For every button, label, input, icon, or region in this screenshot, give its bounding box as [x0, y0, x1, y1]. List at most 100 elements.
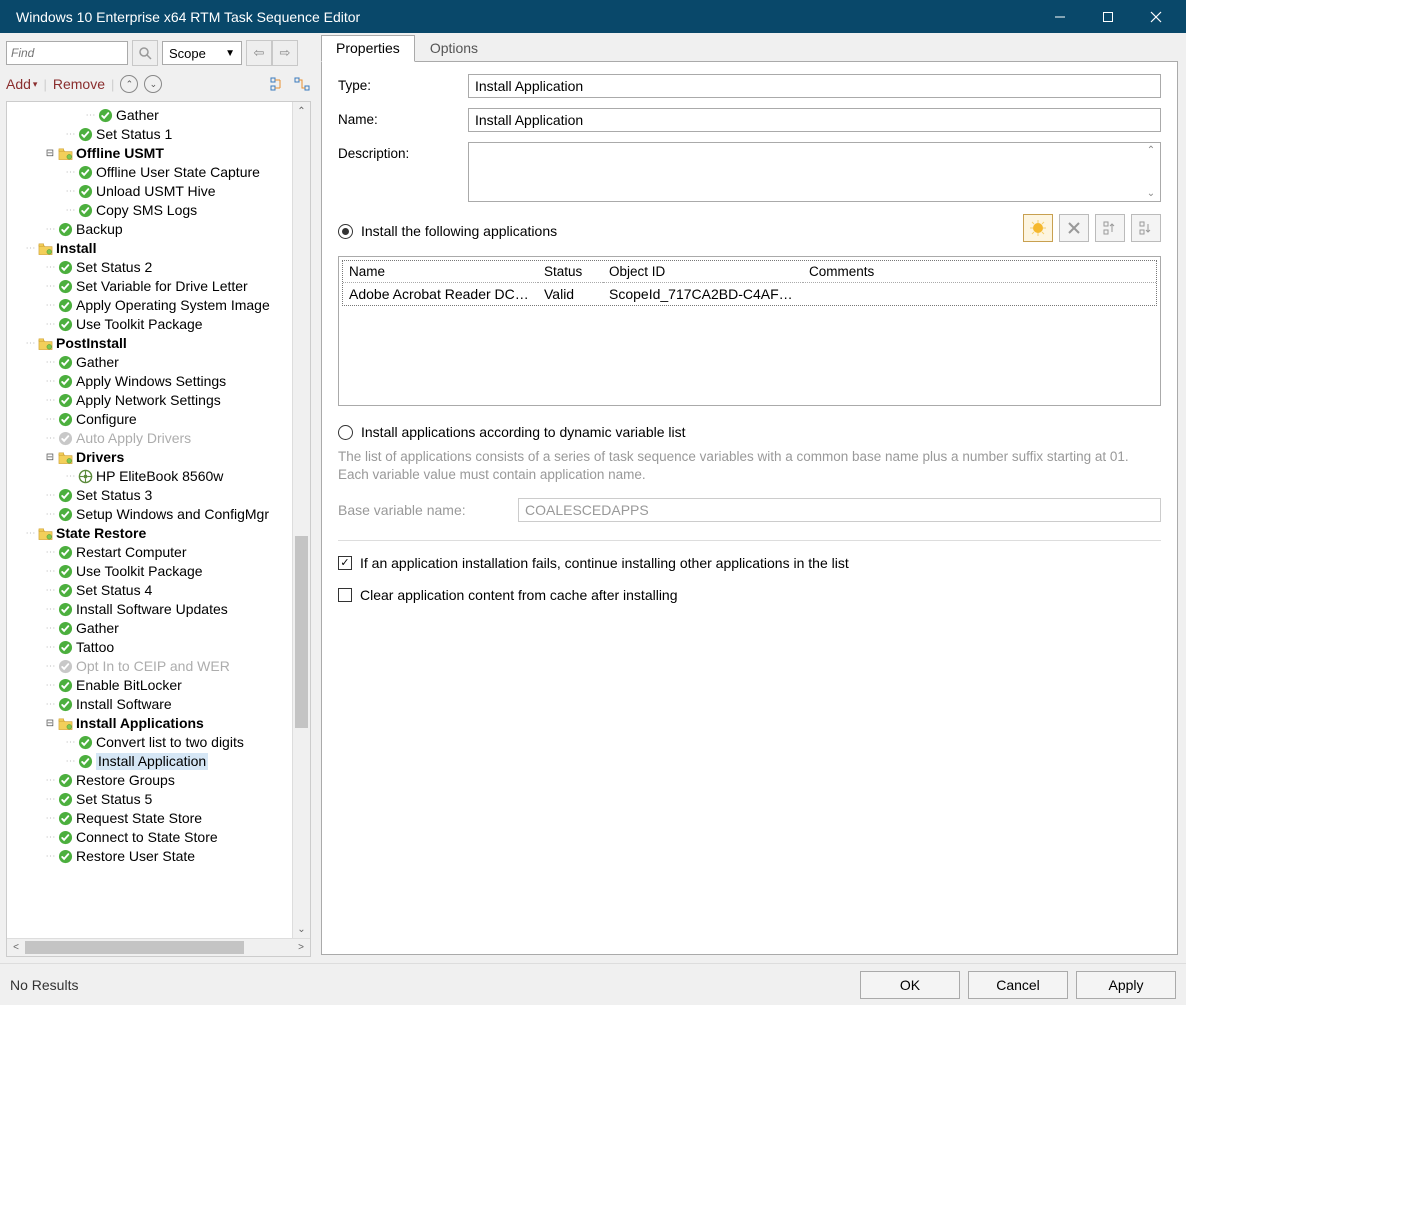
- minimize-button[interactable]: [1038, 0, 1082, 33]
- task-sequence-tree[interactable]: ⋯Gather⋯Set Status 1⊟Offline USMT⋯Offlin…: [7, 102, 292, 938]
- tree-node[interactable]: ⋯Set Status 1: [11, 125, 292, 144]
- expander-minus-icon[interactable]: ⊟: [43, 449, 57, 466]
- table-row[interactable]: Adobe Acrobat Reader DC - OSD … Valid Sc…: [343, 283, 1156, 305]
- scroll-thumb[interactable]: [295, 536, 308, 728]
- col-objectid[interactable]: Object ID: [603, 261, 803, 283]
- tree-node[interactable]: ⋯Restore User State: [11, 847, 292, 866]
- nav-forward-button[interactable]: ⇨: [272, 40, 298, 66]
- tree-node[interactable]: ⋯Restore Groups: [11, 771, 292, 790]
- node-label: Apply Windows Settings: [76, 373, 226, 390]
- move-up-app-button[interactable]: [1095, 214, 1125, 242]
- node-label: Restore Groups: [76, 772, 175, 789]
- ok-button[interactable]: OK: [860, 971, 960, 999]
- applications-table[interactable]: Name Status Object ID Comments Adobe Acr…: [338, 256, 1161, 406]
- tree-node[interactable]: ⋯Enable BitLocker: [11, 676, 292, 695]
- move-down-button[interactable]: ⌄: [144, 75, 162, 93]
- tab-options[interactable]: Options: [415, 35, 493, 61]
- tree-node[interactable]: ⋯Set Status 3: [11, 486, 292, 505]
- tree-node[interactable]: ⋯Offline User State Capture: [11, 163, 292, 182]
- scroll-up-icon[interactable]: ⌃: [293, 102, 310, 120]
- tree-node[interactable]: ⋯Install Software Updates: [11, 600, 292, 619]
- tree-node[interactable]: ⋯Install Software: [11, 695, 292, 714]
- tree-node[interactable]: ⋯HP EliteBook 8560w: [11, 467, 292, 486]
- check-icon: [57, 773, 73, 789]
- install-following-radio[interactable]: [338, 224, 353, 239]
- scroll-thumb[interactable]: [25, 941, 244, 954]
- close-button[interactable]: [1134, 0, 1178, 33]
- tree-node[interactable]: ⋯PostInstall: [11, 334, 292, 353]
- install-following-label: Install the following applications: [361, 223, 557, 239]
- tree-node[interactable]: ⋯Gather: [11, 353, 292, 372]
- tree-node[interactable]: ⋯Configure: [11, 410, 292, 429]
- tree-node[interactable]: ⋯Apply Windows Settings: [11, 372, 292, 391]
- nav-back-button[interactable]: ⇦: [246, 40, 272, 66]
- scope-dropdown[interactable]: Scope ▼: [162, 41, 242, 65]
- tree-node[interactable]: ⋯Use Toolkit Package: [11, 562, 292, 581]
- tree-node[interactable]: ⋯Set Status 2: [11, 258, 292, 277]
- tree-node[interactable]: ⋯Set Variable for Drive Letter: [11, 277, 292, 296]
- new-app-button[interactable]: [1023, 214, 1053, 242]
- tree-node[interactable]: ⋯Connect to State Store: [11, 828, 292, 847]
- tree-node[interactable]: ⋯Unload USMT Hive: [11, 182, 292, 201]
- expand-all-button[interactable]: [293, 75, 311, 93]
- expander-minus-icon[interactable]: ⊟: [43, 145, 57, 162]
- scroll-down-icon[interactable]: ⌄: [293, 920, 310, 938]
- tree-node[interactable]: ⋯Install: [11, 239, 292, 258]
- tree-node[interactable]: ⋯Request State Store: [11, 809, 292, 828]
- tree-node[interactable]: ⋯Restart Computer: [11, 543, 292, 562]
- expander-minus-icon[interactable]: ⊟: [43, 715, 57, 732]
- clear-cache-checkbox[interactable]: [338, 588, 352, 602]
- description-input[interactable]: ⌃⌄: [468, 142, 1161, 202]
- check-icon: [57, 792, 73, 808]
- name-input[interactable]: [468, 108, 1161, 132]
- node-label: Install Software Updates: [76, 601, 228, 618]
- tree-node[interactable]: ⋯State Restore: [11, 524, 292, 543]
- edit-toolbar: Add ▾ | Remove | ⌃ ⌄: [6, 71, 311, 97]
- tree-node[interactable]: ⊟Install Applications: [11, 714, 292, 733]
- check-icon: [57, 564, 73, 580]
- node-label: Setup Windows and ConfigMgr: [76, 506, 269, 523]
- tree-node[interactable]: ⋯Copy SMS Logs: [11, 201, 292, 220]
- tree-node[interactable]: ⋯Backup: [11, 220, 292, 239]
- check-icon: [57, 583, 73, 599]
- horizontal-scrollbar[interactable]: < >: [7, 938, 310, 956]
- cancel-button[interactable]: Cancel: [968, 971, 1068, 999]
- col-status[interactable]: Status: [538, 261, 603, 283]
- check-icon: [57, 697, 73, 713]
- scroll-right-icon[interactable]: >: [292, 939, 310, 956]
- add-button[interactable]: Add ▾: [6, 76, 37, 92]
- tree-node[interactable]: ⋯Apply Network Settings: [11, 391, 292, 410]
- tree-node[interactable]: ⋯Set Status 5: [11, 790, 292, 809]
- continue-on-fail-checkbox[interactable]: [338, 556, 352, 570]
- tab-properties[interactable]: Properties: [321, 35, 415, 62]
- tree-node[interactable]: ⋯Convert list to two digits: [11, 733, 292, 752]
- tree-node[interactable]: ⋯Setup Windows and ConfigMgr: [11, 505, 292, 524]
- vertical-scrollbar[interactable]: ⌃ ⌄: [292, 102, 310, 938]
- remove-button[interactable]: Remove: [53, 76, 105, 92]
- install-dynamic-radio[interactable]: [338, 425, 353, 440]
- move-down-app-button[interactable]: [1131, 214, 1161, 242]
- apply-button[interactable]: Apply: [1076, 971, 1176, 999]
- tree-node[interactable]: ⋯Opt In to CEIP and WER: [11, 657, 292, 676]
- folder-icon: [37, 241, 53, 257]
- tree-node[interactable]: ⊟Offline USMT: [11, 144, 292, 163]
- node-label: Set Status 3: [76, 487, 152, 504]
- tree-node[interactable]: ⋯Gather: [11, 619, 292, 638]
- tree-node[interactable]: ⋯Set Status 4: [11, 581, 292, 600]
- move-up-button[interactable]: ⌃: [120, 75, 138, 93]
- tree-node[interactable]: ⋯Auto Apply Drivers: [11, 429, 292, 448]
- collapse-all-button[interactable]: [269, 75, 287, 93]
- search-button[interactable]: [132, 40, 158, 66]
- tree-node[interactable]: ⊟Drivers: [11, 448, 292, 467]
- tree-node[interactable]: ⋯Gather: [11, 106, 292, 125]
- maximize-button[interactable]: [1086, 0, 1130, 33]
- check-icon: [77, 165, 93, 181]
- tree-node[interactable]: ⋯Apply Operating System Image: [11, 296, 292, 315]
- scroll-left-icon[interactable]: <: [7, 939, 25, 956]
- tree-node[interactable]: ⋯Tattoo: [11, 638, 292, 657]
- col-name[interactable]: Name: [343, 261, 538, 283]
- col-comments[interactable]: Comments: [803, 261, 1156, 283]
- tree-node[interactable]: ⋯Use Toolkit Package: [11, 315, 292, 334]
- tree-node[interactable]: ⋯Install Application: [11, 752, 292, 771]
- delete-app-button[interactable]: [1059, 214, 1089, 242]
